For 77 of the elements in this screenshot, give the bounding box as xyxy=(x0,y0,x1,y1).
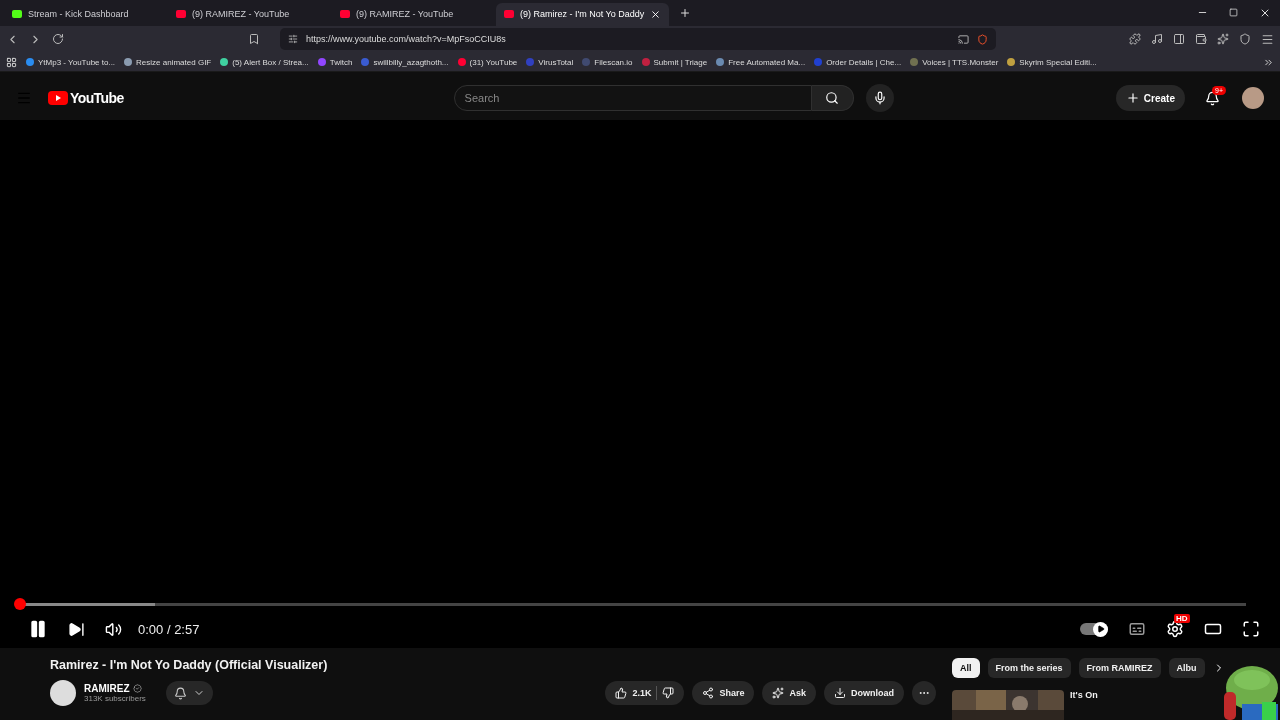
shield-icon[interactable] xyxy=(1239,33,1251,46)
sparkle-icon[interactable] xyxy=(1217,33,1229,46)
search-icon[interactable] xyxy=(825,91,840,106)
cast-icon[interactable] xyxy=(958,33,969,45)
quality-badge: HD xyxy=(1174,614,1190,623)
bookmark[interactable]: YtMp3 - YouTube to... xyxy=(26,57,116,67)
verified-icon xyxy=(132,684,142,693)
close-icon[interactable] xyxy=(650,8,662,20)
subscriber-count: 313K subscribers xyxy=(84,694,146,703)
search-field[interactable]: Search xyxy=(453,85,812,112)
bookmark[interactable]: VirusTotal xyxy=(526,57,574,67)
time-display: 0:00 / 2:57 xyxy=(138,621,200,637)
play-icon xyxy=(1096,625,1105,633)
restore-icon[interactable] xyxy=(1229,8,1238,18)
bookmark[interactable]: Twitch xyxy=(317,57,353,67)
share-button[interactable]: Share xyxy=(692,681,755,705)
scrubber-handle[interactable] xyxy=(14,597,26,610)
create-button[interactable]: Create xyxy=(1115,85,1185,112)
wallet-icon[interactable] xyxy=(1195,33,1207,46)
search-button[interactable] xyxy=(811,85,854,112)
captions-icon[interactable] xyxy=(1128,620,1146,638)
notification-button[interactable] xyxy=(165,681,213,705)
thumbs-up-icon xyxy=(615,687,628,699)
next-icon[interactable] xyxy=(68,620,85,638)
pause-icon[interactable] xyxy=(28,619,48,639)
browser-tab[interactable]: (9) RAMIREZ - YouTube xyxy=(168,3,332,26)
reload-icon[interactable] xyxy=(52,33,64,46)
video-title[interactable]: It's On xyxy=(1070,690,1098,720)
bookmark[interactable]: Order Details | Che... xyxy=(814,57,902,67)
fullscreen-icon[interactable] xyxy=(1242,620,1260,638)
avatar[interactable] xyxy=(1242,87,1264,110)
youtube-logo-icon[interactable] xyxy=(48,91,68,106)
youtube-logo[interactable]: YouTube xyxy=(70,90,124,107)
autoplay-toggle[interactable] xyxy=(1080,623,1108,635)
microphone-icon[interactable] xyxy=(872,91,887,106)
filter-chip[interactable]: Albu xyxy=(1168,658,1205,678)
bookmark[interactable]: swillbilly_azagthoth... xyxy=(361,57,449,67)
voice-search-button[interactable] xyxy=(865,84,894,113)
ask-button[interactable]: Ask xyxy=(762,681,816,705)
channel-name[interactable]: RAMIREZ xyxy=(84,683,130,694)
bookmark[interactable]: Submit | Triage xyxy=(641,57,708,67)
apps-icon[interactable] xyxy=(6,56,17,68)
bookmark-icon[interactable] xyxy=(248,33,260,46)
bookmark[interactable]: Voices | TTS.Monster xyxy=(910,57,999,67)
bookmark[interactable]: Resize animated GIF xyxy=(124,57,212,67)
bookmark[interactable]: Free Automated Ma... xyxy=(716,57,806,67)
menu-icon[interactable] xyxy=(1261,32,1274,46)
browser-tab[interactable]: (9) RAMIREZ - YouTube xyxy=(332,3,496,26)
music-icon[interactable] xyxy=(1151,33,1163,46)
bookmark[interactable]: (31) YouTube xyxy=(457,57,518,67)
download-icon xyxy=(834,687,846,699)
address-bar[interactable]: https://www.youtube.com/watch?v=MpFsoCCIU8s xyxy=(280,28,996,51)
shield-icon[interactable] xyxy=(977,33,988,45)
bookmark[interactable]: Filescan.io xyxy=(582,57,633,67)
volume-icon[interactable] xyxy=(105,620,122,638)
browser-tab[interactable]: (9) Ramirez - I'm Not Yo Daddy xyxy=(496,3,670,26)
bookmark[interactable]: (5) Alert Box / Strea... xyxy=(220,57,309,67)
site-settings-icon[interactable] xyxy=(288,34,298,45)
bell-icon xyxy=(173,686,187,700)
thumbs-down-icon[interactable] xyxy=(662,687,675,699)
download-button[interactable]: Download xyxy=(824,681,904,705)
share-icon xyxy=(702,687,715,699)
plus-icon xyxy=(1125,91,1140,106)
more-button[interactable] xyxy=(912,681,936,705)
settings-icon[interactable] xyxy=(1166,620,1184,638)
channel-avatar[interactable] xyxy=(50,680,76,706)
video-title: Ramirez - I'm Not Yo Daddy (Official Visualizer) xyxy=(50,658,329,672)
sidebar-icon[interactable] xyxy=(1173,33,1185,46)
browser-tab[interactable]: Stream - Kick Dashboard xyxy=(4,3,168,26)
bookmark[interactable]: Skyrim Special Editi... xyxy=(1007,57,1097,67)
new-tab-icon[interactable] xyxy=(678,6,691,19)
sparkle-icon xyxy=(772,687,785,699)
filter-chip[interactable]: From RAMIREZ xyxy=(1078,658,1161,678)
puzzle-icon[interactable] xyxy=(1129,33,1141,46)
filter-chip[interactable]: All xyxy=(952,658,980,678)
like-button[interactable]: 2.1K xyxy=(605,681,685,705)
filter-chip[interactable]: From the series xyxy=(987,658,1071,678)
